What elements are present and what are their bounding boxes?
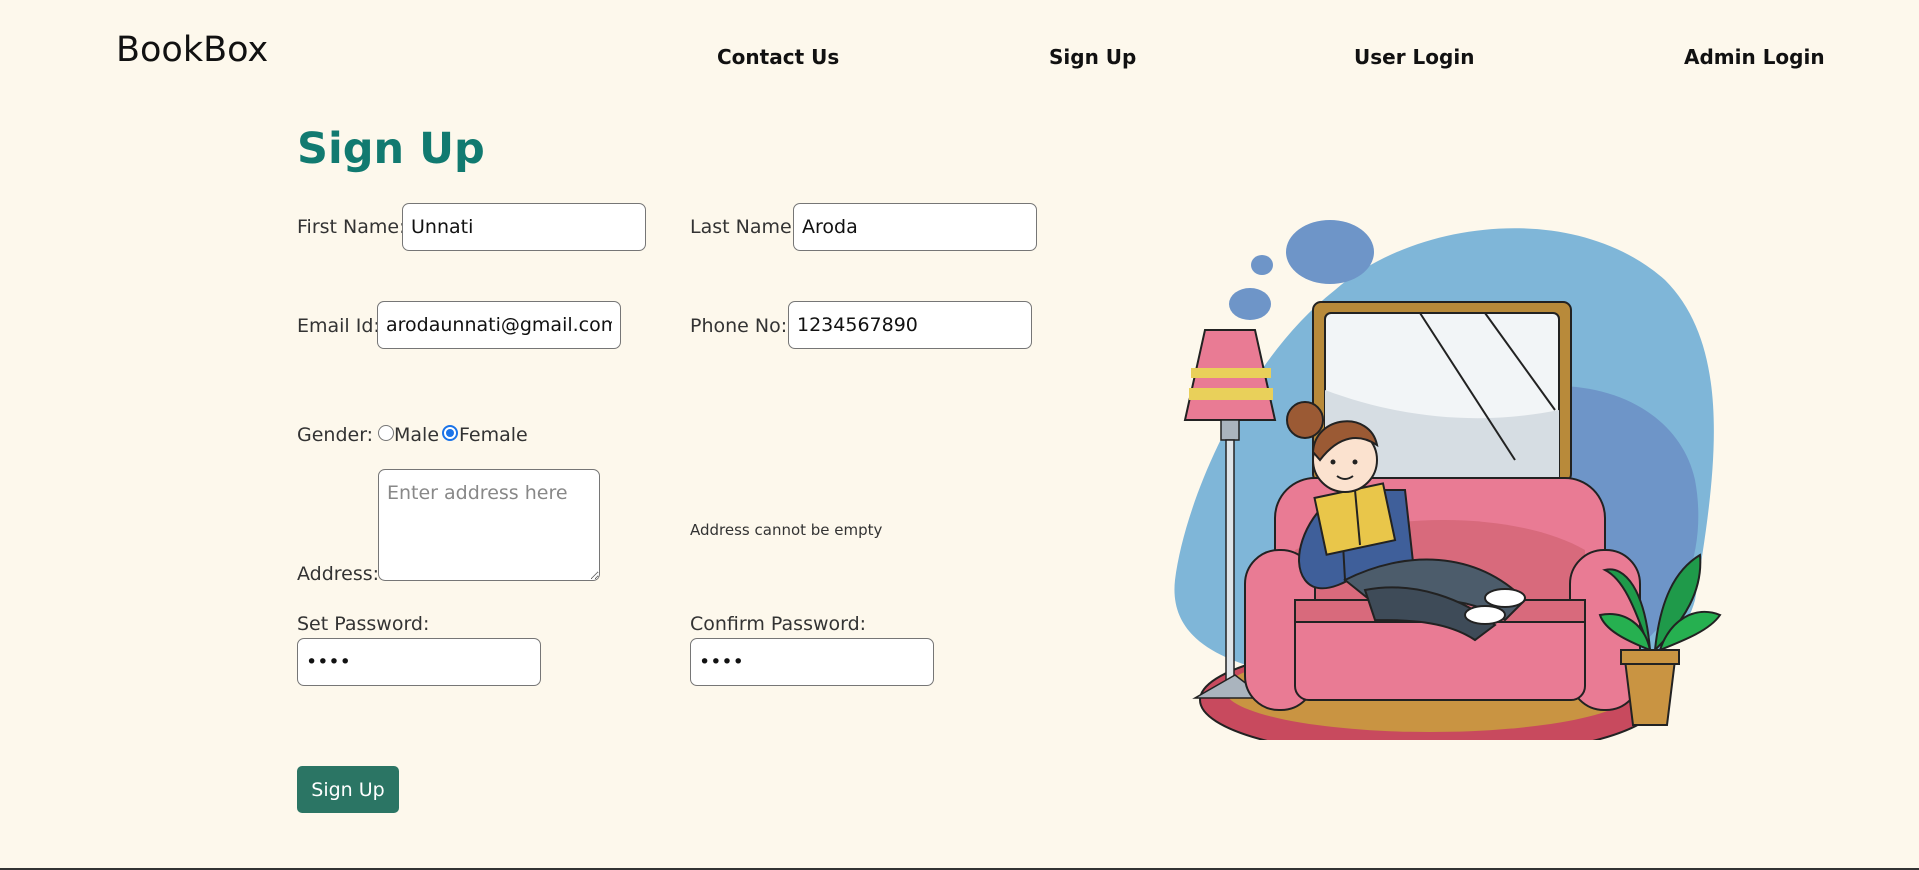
reading-girl-illustration xyxy=(1174,220,1722,740)
phone-label: Phone No: xyxy=(690,315,788,337)
sign-up-button[interactable]: Sign Up xyxy=(297,766,399,813)
set-password-label: Set Password: xyxy=(297,613,430,635)
last-name-field[interactable] xyxy=(793,203,1037,251)
email-field[interactable] xyxy=(377,301,621,349)
nav-user-login[interactable]: User Login xyxy=(1354,45,1474,69)
address-label: Address: xyxy=(297,563,380,585)
gender-male-label: Male xyxy=(394,424,440,446)
nav-admin-login[interactable]: Admin Login xyxy=(1684,45,1825,69)
last-name-label: Last Name: xyxy=(690,216,799,238)
confirm-password-field[interactable] xyxy=(690,638,934,686)
gender-female-radio[interactable] xyxy=(442,425,458,441)
set-password-field[interactable] xyxy=(297,638,541,686)
phone-field[interactable] xyxy=(788,301,1032,349)
email-label: Email Id: xyxy=(297,315,380,337)
first-name-label: First Name: xyxy=(297,216,406,238)
gender-label: Gender: xyxy=(297,424,374,446)
address-field[interactable] xyxy=(378,469,600,581)
nav-sign-up[interactable]: Sign Up xyxy=(1049,45,1136,69)
confirm-password-label: Confirm Password: xyxy=(690,613,867,635)
page-title: Sign Up xyxy=(297,124,485,174)
gender-male-radio[interactable] xyxy=(378,425,394,441)
first-name-field[interactable] xyxy=(402,203,646,251)
brand-logo: BookBox xyxy=(116,30,269,70)
address-error-message: Address cannot be empty xyxy=(690,521,883,539)
nav-contact-us[interactable]: Contact Us xyxy=(717,45,839,69)
gender-female-label: Female xyxy=(459,424,528,446)
